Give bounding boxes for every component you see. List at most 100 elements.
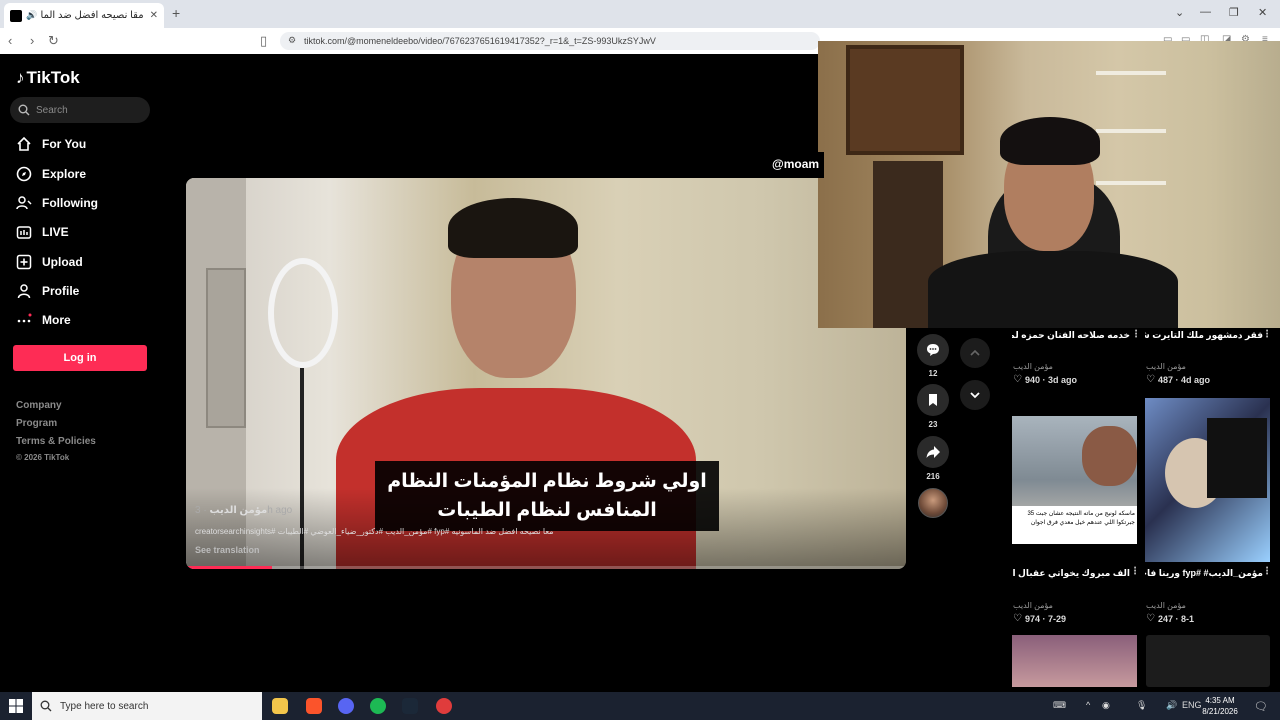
file-explorer-icon[interactable] xyxy=(272,698,288,714)
related-title[interactable]: خدمه صلاحه الفنان حمزه لمرة بغياته #fyp.… xyxy=(1012,330,1130,341)
creator-handle-tag[interactable]: @moam xyxy=(764,152,824,178)
reload-icon[interactable]: ↻ xyxy=(48,33,59,49)
sidebar-item-label: For You xyxy=(42,137,87,151)
sidebar-item-for-you[interactable]: For You xyxy=(14,134,86,154)
webcam-window xyxy=(846,45,964,155)
show-hidden-icons[interactable]: ^ xyxy=(1086,700,1090,710)
sidebar-item-live[interactable]: LIVE xyxy=(14,222,69,242)
brave-browser-icon[interactable] xyxy=(306,698,322,714)
browser-tab[interactable]: 🔊 مقا نصيحه افضل ضد الماسوث. ✕ xyxy=(4,3,164,28)
post-date: 8-1 xyxy=(1181,613,1195,624)
back-icon[interactable]: ‹ xyxy=(8,33,12,48)
tab-list-icon[interactable]: ⌄ xyxy=(1175,6,1184,19)
tiktok-logo[interactable]: ♪ TikTok xyxy=(16,68,80,88)
speaker-icon[interactable]: 🔊 xyxy=(26,10,37,21)
previous-video-button[interactable] xyxy=(960,338,990,368)
logo-text: TikTok xyxy=(26,68,80,87)
related-title[interactable]: مؤمن_الديب# #fyp ورينا فاجر #memes... xyxy=(1145,568,1263,579)
related-thumbnail[interactable] xyxy=(1012,635,1137,687)
related-meta: ♡ 247 · 8-1 xyxy=(1146,613,1195,624)
heart-icon: ♡ xyxy=(1013,613,1022,624)
like-count: 974 xyxy=(1024,613,1040,624)
more-options-icon[interactable]: ⋮ xyxy=(1262,329,1272,340)
login-button[interactable]: Log in xyxy=(13,345,147,371)
upload-icon xyxy=(14,252,34,272)
sidebar-item-profile[interactable]: Profile xyxy=(14,281,79,301)
sidebar-item-following[interactable]: Following xyxy=(14,193,98,213)
heart-icon: ♡ xyxy=(1146,613,1155,624)
save-button[interactable] xyxy=(917,384,949,416)
discord-icon[interactable] xyxy=(338,698,354,714)
search-input[interactable]: Search xyxy=(10,97,150,123)
clock-date: 8/21/2026 xyxy=(1202,707,1238,716)
related-title[interactable]: الف مبروك يخواتي عقبال السيمه ض.ج ذاتكيه… xyxy=(1012,568,1130,579)
url-field[interactable]: ⚙ tiktok.com/@momeneldeebo/video/7676237… xyxy=(280,32,820,50)
heart-icon: ♡ xyxy=(1146,374,1155,385)
related-meta: ♡ 487 · 4d ago xyxy=(1146,374,1211,385)
related-user[interactable]: مؤمن الديب xyxy=(1146,601,1186,610)
more-options-icon[interactable]: ⋮ xyxy=(1130,566,1140,577)
author-name: مؤمن الديب xyxy=(209,505,268,516)
related-user[interactable]: مؤمن الديب xyxy=(1013,362,1053,371)
taskbar-clock[interactable]: 4:35 AM 8/21/2026 xyxy=(1198,695,1242,717)
new-tab-icon[interactable]: + xyxy=(172,5,180,21)
steam-icon[interactable] xyxy=(402,698,418,714)
creator-avatar[interactable] xyxy=(918,488,948,518)
taskbar-search[interactable]: Type here to search xyxy=(32,692,262,720)
sidebar-item-upload[interactable]: Upload xyxy=(14,252,83,272)
post-date: 7-29 xyxy=(1048,613,1067,624)
bookmark-icon xyxy=(929,394,937,406)
footer-link-terms[interactable]: Terms & Policies xyxy=(16,436,96,447)
webcam-shelf xyxy=(1096,181,1166,185)
like-count: 940 xyxy=(1024,374,1040,385)
comment-count: 12 xyxy=(928,369,938,378)
footer-link-company[interactable]: Company xyxy=(16,400,62,411)
video-subtitle: اولي شروط نظام المؤمنات النظام المنافس ل… xyxy=(375,461,719,531)
video-author[interactable]: مؤمن الديب · 3h ago xyxy=(195,505,292,516)
related-user[interactable]: مؤمن الديب xyxy=(1013,601,1053,610)
related-thumbnail[interactable] xyxy=(1146,635,1270,687)
mic-icon[interactable]: 🎙 xyxy=(1136,700,1147,711)
start-button[interactable] xyxy=(0,692,32,720)
spotify-icon[interactable] xyxy=(370,698,386,714)
related-thumbnail[interactable]: ماسكه لونيج من ماته النتيجه عشان جبت 35 … xyxy=(1012,416,1137,544)
close-window-icon[interactable]: ✕ xyxy=(1258,6,1267,19)
sidebar-item-more[interactable]: More xyxy=(14,310,71,330)
volume-icon[interactable]: 🔊 xyxy=(1166,700,1177,711)
network-icon[interactable]: ◉ xyxy=(1102,700,1110,711)
close-tab-icon[interactable]: ✕ xyxy=(150,10,158,21)
compass-icon xyxy=(14,164,34,184)
video-caption: معا نصيحه افضل ضد الماسونيه #fyp #مؤمن_ا… xyxy=(195,527,554,536)
comment-button[interactable] xyxy=(917,334,949,366)
search-icon xyxy=(40,700,52,712)
share-button[interactable] xyxy=(917,436,949,468)
like-count: 487 xyxy=(1157,374,1173,385)
forward-icon[interactable]: › xyxy=(30,33,34,48)
minimize-icon[interactable]: — xyxy=(1200,6,1211,18)
next-video-button[interactable] xyxy=(960,380,990,410)
more-options-icon[interactable]: ⋮ xyxy=(1262,566,1272,577)
obs-icon[interactable] xyxy=(436,698,452,714)
tiktok-favicon-icon xyxy=(10,9,22,22)
more-options-icon[interactable]: ⋮ xyxy=(1131,329,1141,340)
footer-link-program[interactable]: Program xyxy=(16,418,57,429)
site-info-icon[interactable]: ⚙ xyxy=(288,35,296,46)
related-title[interactable]: فقر دمشهور ملك التايرت شليما #fyp... xyxy=(1145,330,1263,341)
post-date: 3d ago xyxy=(1048,374,1078,385)
url-text: tiktok.com/@momeneldeebo/video/767623765… xyxy=(304,36,656,46)
video-progress-fill xyxy=(186,566,273,569)
post-date: 4d ago xyxy=(1181,374,1211,385)
webcam-overlay xyxy=(818,41,1280,328)
video-person-hair xyxy=(448,198,578,258)
sidebar-item-explore[interactable]: Explore xyxy=(14,164,86,184)
bookmark-icon[interactable]: ▯ xyxy=(260,33,267,49)
video-player[interactable]: اولي شروط نظام المؤمنات النظام المنافس ل… xyxy=(186,178,906,569)
restore-icon[interactable]: ❐ xyxy=(1229,6,1239,19)
live-icon xyxy=(14,222,34,242)
see-translation-link[interactable]: See translation xyxy=(195,545,260,555)
video-progress-bar[interactable] xyxy=(186,566,906,569)
related-thumbnail[interactable] xyxy=(1145,398,1270,562)
related-user[interactable]: مؤمن الديب xyxy=(1146,362,1186,371)
notifications-icon[interactable]: 🗨 xyxy=(1254,700,1268,713)
keyboard-icon[interactable]: ⌨ xyxy=(1053,700,1066,711)
